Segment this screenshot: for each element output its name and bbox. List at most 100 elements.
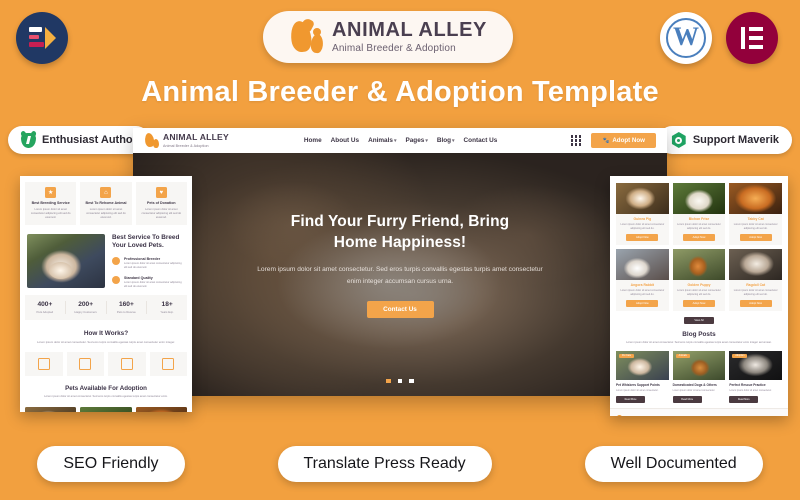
badge-translate-press-ready: Translate Press Ready [277,446,492,482]
slider-dot-1[interactable] [386,378,391,383]
site-nav-logo[interactable]: ANIMAL ALLEY Animal Breeder & Adoption [144,132,229,148]
pet-desc: Lorem ipsum dolor sit amet consectetur a… [620,288,665,296]
blog-card[interactable]: Adoption Perfect Rescue Practice Lorem i… [729,351,782,403]
white-puppy-card[interactable] [80,407,132,412]
nav-item-home[interactable]: Home [304,137,322,144]
pet-card[interactable]: Bichon Frise Lorem ipsum dolor sit amet … [672,183,726,245]
service-point: Standard Quality Lorem ipsum dolor sit a… [112,276,185,289]
website-preview-center: ANIMAL ALLEY Animal Breeder & Adoption H… [133,128,667,396]
blog-photo: Pet Care [616,351,669,381]
view-all-button[interactable]: View All [684,316,714,324]
pet-adopt-button[interactable]: Adopt Now [626,233,659,241]
check-icon [112,257,120,266]
feature-card: ★ Best Breeding Service Lorem ipsum dolo… [25,182,77,225]
wordpress-icon: W [666,18,706,58]
support-maverik-label: Support Maverik [692,134,779,146]
nav-item-pages[interactable]: Pages▾ [405,137,427,144]
pet-photo [672,183,726,214]
nav-item-contact-us[interactable]: Contact Us [464,137,498,144]
pet-card[interactable]: Guinea Pig Lorem ipsum dolor sit amet co… [616,183,669,245]
ek-logo-badge[interactable] [16,12,68,64]
support-maverik-badge: Support Maverik [657,126,792,154]
nav-item-blog[interactable]: Blog▾ [437,137,455,144]
feature-card: ⌂ Best To Rehome Animal Lorem ipsum dolo… [80,182,132,225]
adoption-section: Pets Available For Adoption Lorem ipsum … [20,376,192,403]
adopt-now-button[interactable]: 🐾 Adopt Now [591,133,656,148]
site-nav-logo-title: ANIMAL ALLEY [163,132,229,143]
service-point-name: Standard Quality [124,276,153,281]
feature-card: ♥ Pets of Donation Lorem ipsum dolor sit… [135,182,187,225]
blog-photo: Animals [672,351,726,381]
stat-item: 18+ Years Exp. [147,301,187,314]
product-logo-subtitle: Animal Breeder & Adoption [332,43,456,54]
shield-bolt-icon [21,132,36,148]
guinea-pig-photo [27,233,105,288]
pet-desc: Lorem ipsum dolor sit amet consectetur a… [677,223,721,230]
enthusiast-author-badge: Enthusiast Author [8,126,150,154]
footer-column-heading: Navigation [661,415,686,416]
grid-menu-icon[interactable] [570,135,582,146]
badge-well-documented: Well Documented [584,446,763,482]
how-it-works-section: How It Works? Lorem ipsum dolor sit amet… [20,320,192,349]
orange-cat-card[interactable] [135,407,187,412]
blog-desc: Lorem ipsum dolor sit amet consectetur. [616,389,659,393]
home-icon: ⌂ [100,187,112,198]
pet-adopt-button[interactable]: Adopt Now [682,233,715,241]
pet-card[interactable]: Tabby Cat Lorem ipsum dolor sit amet con… [729,183,782,245]
blog-card[interactable]: Pet Care Pet Whiskers Support Points Lor… [616,351,669,403]
footer-brand: ANIMAL ALLEY 1234 Animal Alley Street+1 … [616,414,656,416]
pet-desc: Lorem ipsum dolor sit amet consectetur a… [620,223,665,230]
nav-item-about-us[interactable]: About Us [331,137,359,144]
hexagon-support-icon [671,132,686,148]
step-icon [79,358,92,371]
stat-label: Happy Customers [74,309,97,314]
pet-adopt-button[interactable]: Adopt Now [739,233,772,241]
slider-dot-2[interactable] [397,378,403,383]
site-navbar: ANIMAL ALLEY Animal Breeder & Adoption H… [133,128,667,153]
wordpress-badge[interactable]: W [660,12,712,64]
page-title: Animal Breeder & Adoption Template [141,76,659,108]
footer-column-heading: Quick Links [691,415,716,416]
paw-icon: 🐾 [602,137,610,144]
elementor-badge[interactable] [726,12,778,64]
service-section: Best Service To Breed Your Loved Pets. P… [20,231,192,295]
pet-title: Golden Puppy [687,282,711,287]
slider-dot-3[interactable] [409,378,414,383]
nav-item-animals[interactable]: Animals▾ [368,137,396,144]
blog-section-header: Blog Posts Lorem ipsum dolor sit amet co… [610,324,788,349]
stat-item: 400+ Pets Adopted [25,301,66,314]
hero-contact-us-button[interactable]: Contact Us [366,301,434,319]
pet-title: Guinea Pig [633,217,652,221]
blog-read-more-button[interactable]: Read More [616,396,645,403]
hero-slider-dots[interactable] [133,378,667,383]
bottom-feature-badges: SEO Friendly Translate Press Ready Well … [0,446,800,482]
pet-adopt-button[interactable]: Adopt Now [626,299,659,307]
check-icon [112,276,120,285]
feature-title: Best Breeding Service [31,201,70,205]
pet-adopt-button[interactable]: Adopt Now [682,299,715,307]
feature-text: Lorem ipsum dolor sit amet consectetur a… [86,207,126,219]
how-it-works-heading: How It Works? [83,329,129,337]
blog-read-more-button[interactable]: Read More [729,396,759,403]
stat-label: Pets Adopted [36,309,54,314]
footer-newsletter: Subscribe Newsletter Your Email ✉ [751,415,782,416]
pet-photo [729,248,782,280]
newsletter-heading: Subscribe Newsletter [751,415,782,416]
site-nav-logo-subtitle: Animal Breeder & Adoption [163,143,209,148]
blog-tag: Pet Care [619,354,635,359]
pet-adopt-button[interactable]: Adopt Now [739,299,772,307]
pet-card[interactable]: Angora Rabbit Lorem ipsum dolor sit amet… [616,248,669,311]
pet-card-grid: Guinea Pig Lorem ipsum dolor sit amet co… [610,176,788,315]
blog-card[interactable]: Animals Domesticated Dogs & Others Lorem… [672,351,726,403]
footer-column: Navigation HomeAbout UsAnimalsContact [661,415,686,416]
feature-row: ★ Best Breeding Service Lorem ipsum dolo… [20,176,192,231]
guinea-pig-card[interactable] [25,407,77,412]
pet-card[interactable]: Golden Puppy Lorem ipsum dolor sit amet … [672,248,726,311]
step-card [25,352,63,377]
adopt-now-label: Adopt Now [612,137,645,144]
blog-title: Perfect Rescue Practice [729,383,766,388]
blog-read-more-button[interactable]: Read More [672,396,702,403]
pet-card[interactable]: Ragdoll Cat Lorem ipsum dolor sit amet c… [729,248,782,311]
blog-photo: Adoption [729,351,782,381]
hero-heading-line2: Home Happiness! [333,234,467,252]
